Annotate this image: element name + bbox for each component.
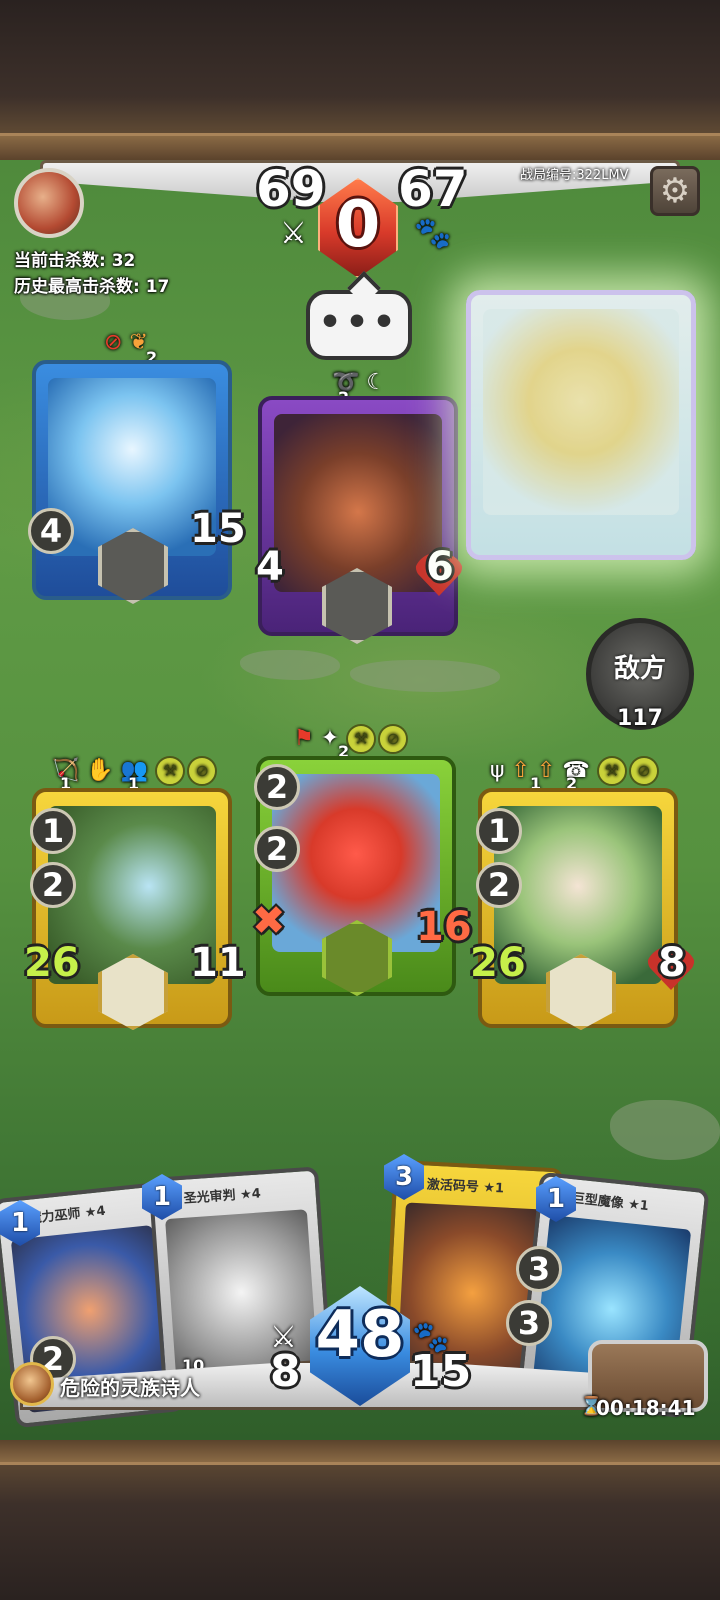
sword-icon: ⚔	[280, 216, 307, 251]
chat-bubble[interactable]: •••	[306, 290, 412, 360]
opponent-avatar[interactable]	[14, 168, 84, 238]
tool-icon: ⚒	[596, 756, 627, 786]
bottom-frame	[0, 1440, 720, 1600]
arrow-up-icon: ⇧	[511, 758, 530, 783]
player-card-3-health: 8	[658, 940, 686, 986]
hand-card-3-stat-a: 3	[516, 1246, 562, 1292]
player-card-2-icons: ⚑ ✦ ⚒ ⊘	[294, 724, 410, 754]
player-card-3-buff-a: 1	[476, 808, 522, 854]
enemy-card-1-attack: 4	[28, 508, 74, 554]
player-card-1-buff-b: 2	[30, 862, 76, 908]
paw-icon: 🐾	[414, 216, 452, 251]
opponent-right-value: 67	[398, 160, 468, 218]
player-name: 危险的灵族诗人	[60, 1376, 200, 1400]
top-frame	[0, 0, 720, 160]
star-shield-icon: ✦	[320, 726, 340, 751]
player-card-1-buff-a: 1	[30, 808, 76, 854]
ban-icon: ⊘	[104, 330, 123, 355]
match-timer: 00:18:41	[596, 1396, 696, 1420]
enemy-card-1-health: 15	[190, 506, 246, 552]
player-card-2-health: 16	[416, 904, 472, 950]
hand-card-4-title: 巨型魔像 ★1	[571, 1191, 650, 1215]
enemy-button-label: 敌方	[613, 654, 666, 684]
game-screen: 战局编号:322LMV ⚙ 当前击杀数: 32 历史最高击杀数: 17 69 ⚔…	[0, 0, 720, 1600]
no-icon: ⊘	[187, 756, 218, 786]
player-card-1-attack: 26	[24, 940, 80, 986]
enemy-button-count: 117	[617, 706, 663, 731]
gear-icon: ⚙	[659, 171, 691, 211]
player-card-3-buff-b: 2	[476, 862, 522, 908]
settings-button[interactable]: ⚙	[650, 166, 700, 216]
player-right-value: 15	[410, 1346, 472, 1397]
player-card-3-attack: 26	[470, 940, 526, 986]
player-left-value: 8	[270, 1346, 301, 1397]
tool-icon: ⚒	[155, 756, 186, 786]
hand-card-1-title: 魔力巫师 ★4	[27, 1203, 107, 1227]
best-kills: 历史最高击杀数: 17	[14, 277, 170, 297]
ghost-card-dragon	[466, 290, 696, 560]
tool-icon: ⚒	[346, 724, 377, 754]
hand-icon: ✋	[86, 758, 114, 783]
opponent-left-value: 69	[256, 160, 326, 218]
player-card-2-buff-a: 2	[254, 764, 300, 810]
moon-icon: ☾	[366, 370, 387, 395]
trident-icon: ψ	[490, 758, 505, 783]
no-icon: ⊘	[378, 724, 409, 754]
player-crystal-value: 48	[315, 1298, 405, 1372]
hand-card-4-stat: 3	[506, 1300, 552, 1346]
battle-id: 战局编号:322LMV	[520, 168, 629, 183]
hand-card-2-title: 圣光审判 ★4	[183, 1186, 262, 1207]
x-mark-icon: ✖	[252, 898, 286, 944]
enemy-card-2-health: 6	[426, 544, 454, 590]
flag-icon: ⚑	[294, 726, 314, 751]
hand-card-3-title: 激活码号 ★1	[426, 1177, 505, 1197]
no-icon: ⊘	[628, 756, 659, 786]
enemy-card-1-icons: ⊘ ❦	[104, 330, 148, 355]
player-card-2-buff-b: 2	[254, 826, 300, 872]
current-kills: 当前击杀数: 32	[14, 251, 136, 271]
player-card-1-health: 11	[190, 940, 246, 986]
player-avatar[interactable]	[10, 1362, 54, 1406]
enemy-card-2-attack: 4	[256, 544, 284, 590]
opponent-crystal-value: 0	[335, 188, 381, 262]
